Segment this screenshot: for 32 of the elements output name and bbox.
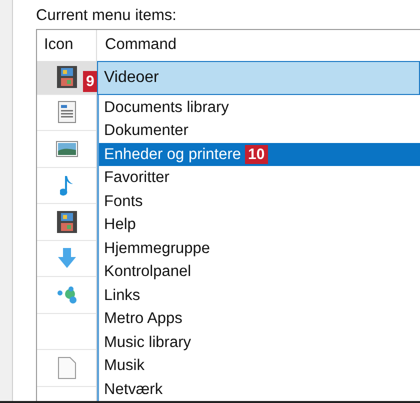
dropdown-item[interactable]: Documents library	[99, 96, 420, 119]
dropdown-item[interactable]: Netværk	[99, 378, 420, 401]
item-label: Dokumenter	[104, 121, 188, 142]
dropdown-item[interactable]: Music library	[99, 330, 420, 354]
item-label: Hjemmegruppe	[104, 238, 210, 259]
dropdown-item[interactable]: Hjemmegruppe	[99, 236, 420, 260]
dropdown-item[interactable]: Dokumenter	[99, 119, 420, 142]
command-field[interactable]: Videoer	[97, 60, 420, 94]
item-label: Music library	[104, 332, 191, 353]
dropdown-item[interactable]: Musik	[99, 354, 420, 378]
number-badge: 10	[245, 144, 268, 164]
dropdown-item[interactable]: Favoritter	[99, 166, 420, 190]
dropdown-item[interactable]: Metro Apps	[99, 307, 420, 330]
dropdown-item[interactable]: Fonts	[99, 190, 420, 213]
item-label: Favoritter	[104, 168, 170, 188]
item-label: Metro Apps	[104, 309, 182, 330]
number-badge: 9	[83, 70, 98, 92]
item-label: Enheder og printere	[104, 144, 242, 165]
dropdown-item[interactable]: Links	[99, 284, 420, 307]
dropdown-item[interactable]: Kontrolpanel	[99, 260, 420, 284]
column-header: Command	[104, 35, 178, 56]
dropdown-item[interactable]: Enheder og printere 10	[99, 142, 420, 166]
dropdown-item[interactable]: Help	[99, 213, 420, 236]
section-label: Current menu items:	[36, 6, 178, 26]
item-label: Musik	[104, 356, 144, 376]
item-label: Links	[104, 286, 140, 306]
item-label: Help	[104, 215, 136, 236]
item-label: Fonts	[104, 192, 143, 212]
item-label: Kontrolpanel	[104, 262, 192, 282]
item-label: Documents library	[104, 98, 229, 118]
item-label: Netværk	[104, 380, 163, 400]
column-header: Icon	[43, 35, 74, 56]
